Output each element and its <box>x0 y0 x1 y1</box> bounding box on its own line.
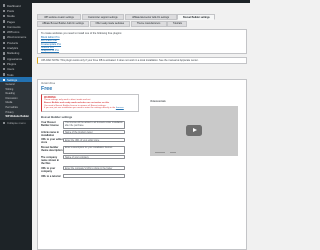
sidebar-item-label: Dashboard <box>6 3 21 8</box>
version-label: Version:Free <box>41 82 56 85</box>
field-label: Boxset builder theme description <box>41 146 63 153</box>
settings-row: The company name shown in the files Name … <box>41 155 243 165</box>
video-player[interactable] <box>150 106 238 156</box>
sidebar-item-label: Settings <box>6 77 18 82</box>
collapse-menu-button[interactable]: Collapse menu <box>0 120 32 125</box>
tab-offer-ready-made-websites[interactable]: Offer ready-made websites <box>89 20 130 27</box>
video-tutorials-label: Videotutorials <box>150 100 166 103</box>
sidebar-item-label: Products <box>6 40 19 45</box>
tab-affiliate-elementor-add-on-settings[interactable]: Affiliate Elementor Add-On settings <box>124 14 177 20</box>
sidebar-item-label: WPForms <box>6 30 20 35</box>
sidebar-item-label: WooCommerce <box>6 35 27 40</box>
sidebar-item-label: Comments <box>6 24 21 29</box>
version-value: Free <box>41 86 53 92</box>
warning-line: If you are just one installation you nee… <box>44 107 136 110</box>
sidebar-item-label: Users <box>6 67 15 72</box>
tab-wp-website-creator-settings[interactable]: WP website creator settings <box>37 14 81 20</box>
settings-row: URL to your company Enter the company's U… <box>41 166 243 173</box>
comments-icon <box>3 25 6 29</box>
video-watch-later-icon <box>155 151 165 153</box>
video-share-icon <box>170 151 176 153</box>
sidebar-item-label: Plugins <box>6 61 17 66</box>
sidebar-item-label: Tools <box>6 72 14 77</box>
products-icon <box>3 41 6 44</box>
tab-theme-manufacturers[interactable]: Theme manufacturers <box>130 20 167 27</box>
sidebar-item-label: Media <box>6 14 15 19</box>
settings-input[interactable]: Enter the company's URL to show in the f… <box>63 166 125 170</box>
field-label: The company name shown in the files <box>41 155 60 165</box>
settings-tabs: WP website creator settings Customizer su… <box>37 14 247 28</box>
settings-input[interactable]: The license will be added to all boxsets… <box>63 120 125 129</box>
sidebar-item-label: Pages <box>6 19 15 24</box>
settings-submenu: General Writing Reading Discussion Media Perm… <box>0 82 32 121</box>
settings-input[interactable]: Enter the URL of your editor store <box>63 137 125 142</box>
licenses-link[interactable]: licenses <box>116 107 124 109</box>
warning-line-text: If you are just one installation you nee… <box>44 107 116 110</box>
tab-tutorials[interactable]: Tutorials <box>167 20 188 27</box>
tab-boxset-builder-settings[interactable]: Boxset Builder settings <box>177 14 216 20</box>
sidebar-item-label: Analytics <box>6 46 19 51</box>
admin-bar <box>0 0 250 3</box>
settings-input[interactable]: Name of your company <box>63 155 125 160</box>
collapse-menu-label: Collapse menu <box>6 121 26 126</box>
plugin-requirements-notice: To create websites you need to install o… <box>37 29 247 54</box>
sidebar-item-label: Marketing <box>6 51 20 56</box>
marketing-icon <box>3 52 6 55</box>
tab-customizer-support-settings[interactable]: Customizer support settings <box>81 14 124 20</box>
submenu-item-wp-website-builder[interactable]: WP Website Builder <box>0 115 32 120</box>
admin-sidebar: Dashboard Posts Media Pages Comments WPForms W… <box>0 3 32 250</box>
settings-icon <box>3 78 6 81</box>
settings-input[interactable] <box>63 174 125 178</box>
field-label: URL to your company <box>41 166 56 173</box>
appearance-icon <box>3 57 6 60</box>
settings-input[interactable]: Name of the product owner <box>63 130 125 134</box>
update-notice: UPLOAD NOTE: This plugin works only if y… <box>37 57 247 64</box>
field-label: Your Boxset Builder license <box>41 121 59 128</box>
collapse-icon <box>3 121 6 125</box>
dashboard-icon <box>3 4 6 7</box>
settings-input[interactable]: Enter a description for your installatio… <box>63 145 125 154</box>
plugins-icon <box>3 62 6 66</box>
field-label: URL to your editor store <box>41 138 63 145</box>
field-label: URL to a tutorial <box>41 174 61 178</box>
plugin-link[interactable]: Graphics Ai Pro <box>41 49 243 52</box>
field-label: Article name in installation <box>41 130 59 137</box>
tools-icon <box>3 73 6 76</box>
sidebar-item-label: Posts <box>6 8 14 13</box>
woocommerce-icon <box>3 36 6 39</box>
users-icon <box>3 68 6 71</box>
main-settings-panel: Version:Free Free WARNING: These setting… <box>37 79 247 250</box>
posts-icon <box>3 9 6 13</box>
tab-affiliate-boxset-builder-add-on-settings[interactable]: Affiliate Boxset Builder Add-On settings <box>37 20 89 27</box>
warning-box: WARNING: These settings only work in dir… <box>41 94 139 113</box>
media-icon <box>3 15 6 18</box>
wpforms-icon <box>3 30 6 34</box>
settings-row: URL to a tutorial <box>41 174 243 178</box>
pages-icon <box>3 20 6 23</box>
play-icon[interactable] <box>186 125 202 136</box>
analytics-icon <box>3 46 6 50</box>
sidebar-item-label: Appearance <box>6 56 23 61</box>
notice-text: To create websites you need to install o… <box>41 31 123 35</box>
